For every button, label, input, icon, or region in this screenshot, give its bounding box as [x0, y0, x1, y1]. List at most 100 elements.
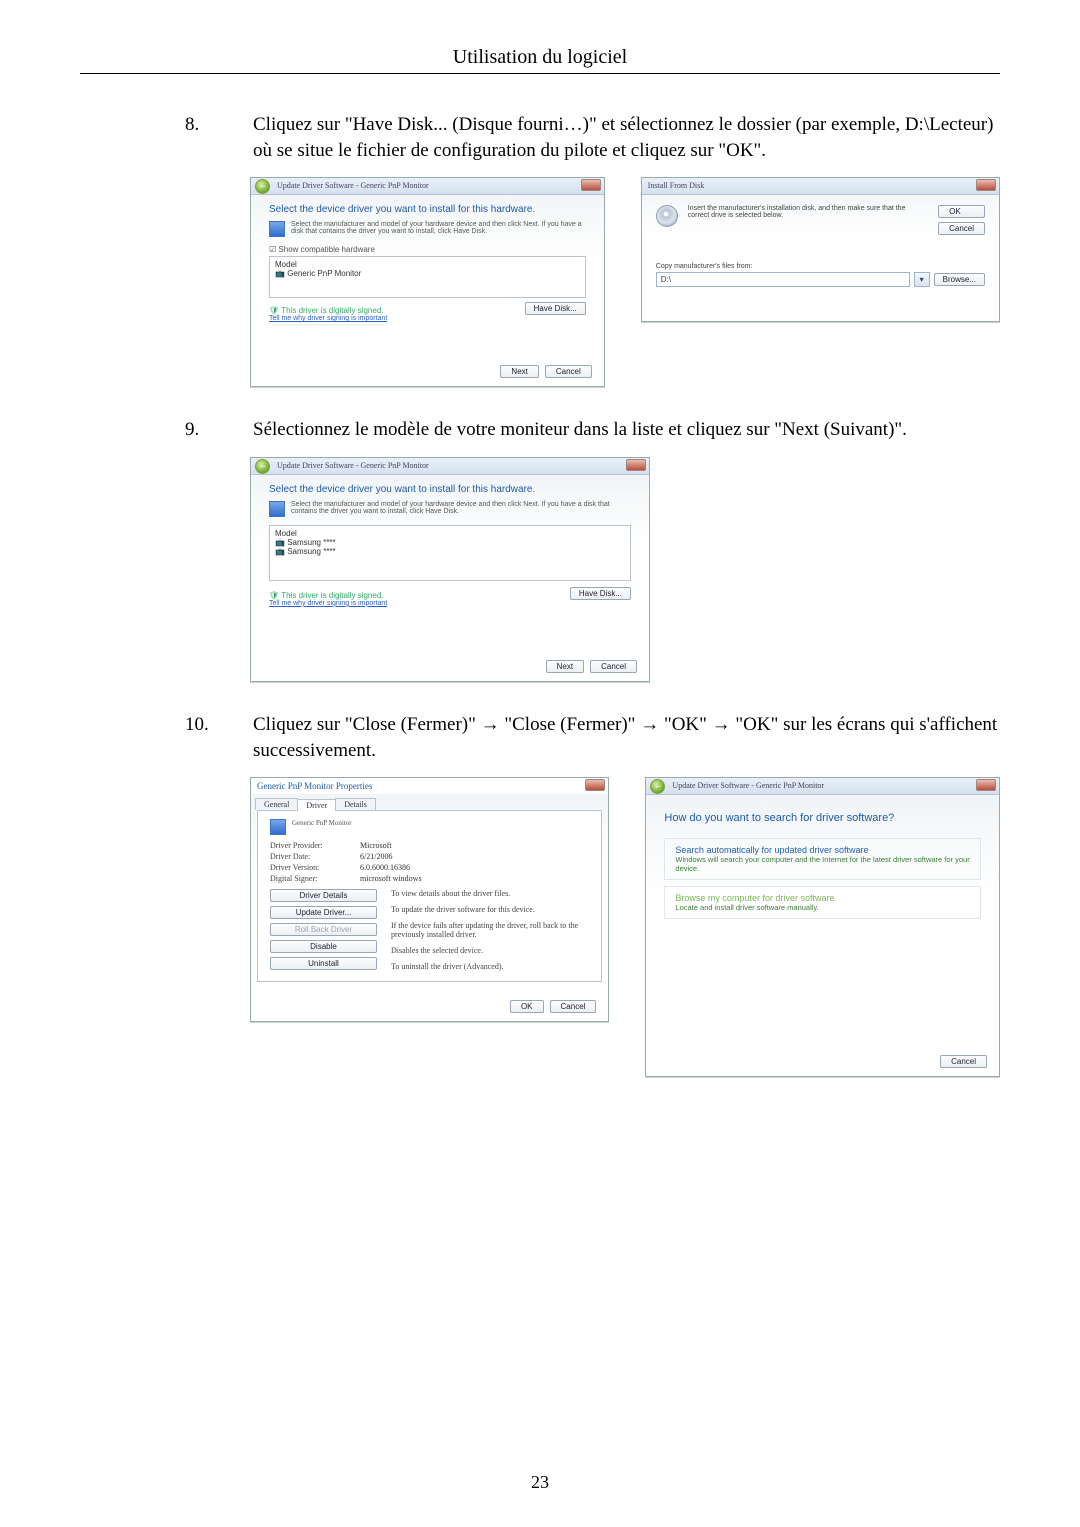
back-icon[interactable]: ← [255, 459, 270, 474]
copy-from-label: Copy manufacturer's files from: [656, 263, 985, 270]
tab-details[interactable]: Details [335, 798, 376, 810]
ok-button[interactable]: OK [938, 205, 985, 218]
window-title: Generic PnP Monitor Properties [257, 781, 372, 791]
search-auto-option[interactable]: Search automatically for updated driver … [664, 838, 981, 880]
step-number: 8. [80, 112, 229, 163]
next-button[interactable]: Next [546, 660, 584, 673]
kv-key: Driver Version: [270, 863, 350, 872]
cancel-button[interactable]: Cancel [940, 1055, 987, 1068]
rollback-driver-button[interactable]: Roll Back Driver [270, 923, 377, 936]
step-number: 9. [80, 417, 229, 443]
option-desc: Locate and install driver software manua… [675, 903, 970, 912]
path-dropdown[interactable]: ▾ [914, 272, 930, 287]
monitor-icon [269, 501, 285, 517]
browse-button[interactable]: Browse... [934, 273, 985, 286]
update-driver-model-dialog: ← Update Driver Software - Generic PnP M… [250, 457, 650, 682]
window-title: Update Driver Software - Generic PnP Mon… [672, 781, 824, 790]
step-8-screenshots: ← Update Driver Software - Generic PnP M… [250, 177, 1000, 387]
monitor-properties-dialog: Generic PnP Monitor Properties General D… [250, 777, 609, 1022]
cancel-button[interactable]: Cancel [550, 1000, 597, 1013]
cancel-button[interactable]: Cancel [938, 222, 985, 235]
window-controls[interactable] [976, 179, 996, 191]
kv-val: Microsoft [360, 841, 392, 850]
steps-list: 8. Cliquez sur "Have Disk... (Disque fou… [80, 112, 1000, 1077]
step-text: Sélectionnez le modèle de votre moniteur… [229, 417, 1000, 443]
page-header-title: Utilisation du logiciel [80, 46, 1000, 73]
kv-key: Driver Date: [270, 852, 350, 861]
back-icon[interactable]: ← [255, 179, 270, 194]
step-9: 9. Sélectionnez le modèle de votre monit… [80, 417, 1000, 443]
monitor-icon [269, 221, 285, 237]
window-controls[interactable] [581, 179, 601, 191]
next-button[interactable]: Next [500, 365, 538, 378]
model-header: Model [275, 529, 625, 538]
btn-desc: To view details about the driver files. [391, 889, 589, 898]
hint-row: Select the manufacturer and model of you… [269, 501, 631, 517]
device-name: Generic PnP Monitor [292, 819, 352, 835]
kv-val: 6.0.6000.16386 [360, 863, 410, 872]
btn-desc: To uninstall the driver (Advanced). [391, 962, 589, 971]
ok-button[interactable]: OK [510, 1000, 544, 1013]
path-input[interactable]: D:\ [656, 272, 910, 287]
dialog-heading: Select the device driver you want to ins… [269, 484, 631, 495]
document-page: Utilisation du logiciel 8. Cliquez sur "… [0, 0, 1080, 1527]
model-listbox[interactable]: Model 📺 Generic PnP Monitor [269, 256, 586, 298]
option-title: Search automatically for updated driver … [675, 845, 970, 855]
cancel-button[interactable]: Cancel [545, 365, 592, 378]
titlebar: ← Update Driver Software - Generic PnP M… [251, 458, 649, 475]
install-from-disk-dialog: Install From Disk Insert the manufacture… [641, 177, 1000, 322]
monitor-icon [270, 819, 286, 835]
window-controls[interactable] [976, 779, 996, 791]
list-item[interactable]: 📺 Samsung **** [275, 538, 625, 547]
tab-driver[interactable]: Driver [297, 799, 336, 811]
window-controls[interactable] [626, 459, 646, 471]
window-title: Update Driver Software - Generic PnP Mon… [277, 181, 429, 190]
signed-info: 🛡 This driver is digitally signed. Tell … [269, 591, 387, 607]
step-9-screenshots: ← Update Driver Software - Generic PnP M… [250, 457, 1000, 682]
hint-text: Select the manufacturer and model of you… [291, 221, 586, 237]
list-item[interactable]: 📺 Samsung **** [275, 547, 625, 556]
option-desc: Windows will search your computer and th… [675, 855, 970, 873]
step-10: 10. Cliquez sur "Close (Fermer)" → "Clos… [80, 712, 1000, 763]
model-item[interactable]: 📺 Generic PnP Monitor [275, 269, 580, 278]
tab-pane: Generic PnP Monitor Driver Provider:Micr… [257, 810, 602, 982]
step-number: 10. [80, 712, 229, 763]
hint-text: Insert the manufacturer's installation d… [688, 205, 928, 235]
cancel-button[interactable]: Cancel [590, 660, 637, 673]
model-header: Model [275, 260, 580, 269]
page-number: 23 [0, 1472, 1080, 1493]
disable-button[interactable]: Disable [270, 940, 377, 953]
hint-row: Select the manufacturer and model of you… [269, 221, 586, 237]
show-compatible-checkbox[interactable]: ☑ Show compatible hardware [269, 245, 586, 254]
btn-desc: Disables the selected device. [391, 946, 589, 955]
back-icon[interactable]: ← [650, 779, 665, 794]
model-listbox[interactable]: Model 📺 Samsung **** 📺 Samsung **** [269, 525, 631, 581]
have-disk-button[interactable]: Have Disk... [525, 302, 586, 315]
kv-key: Digital Signer: [270, 874, 350, 883]
dialog-heading: Select the device driver you want to ins… [269, 204, 586, 215]
titlebar: ← Update Driver Software - Generic PnP M… [646, 778, 999, 795]
dialog-heading: How do you want to search for driver sof… [664, 812, 981, 824]
update-driver-button[interactable]: Update Driver... [270, 906, 377, 919]
uninstall-button[interactable]: Uninstall [270, 957, 377, 970]
kv-val: 6/21/2006 [360, 852, 392, 861]
step-text: Cliquez sur "Close (Fermer)" → "Close (F… [229, 712, 1000, 763]
tabs: General Driver Details [255, 798, 608, 810]
driver-details-button[interactable]: Driver Details [270, 889, 377, 902]
browse-computer-option[interactable]: Browse my computer for driver software L… [664, 886, 981, 919]
titlebar: Install From Disk [642, 178, 999, 195]
step-text: Cliquez sur "Have Disk... (Disque fourni… [229, 112, 1000, 163]
disk-icon [656, 205, 678, 227]
signing-link[interactable]: Tell me why driver signing is important [269, 315, 387, 322]
header-rule [80, 73, 1000, 74]
window-controls[interactable] [585, 779, 605, 791]
window-title: Update Driver Software - Generic PnP Mon… [277, 461, 429, 470]
have-disk-button[interactable]: Have Disk... [570, 587, 631, 600]
btn-desc: To update the driver software for this d… [391, 905, 589, 914]
titlebar: ← Update Driver Software - Generic PnP M… [251, 178, 604, 195]
tab-general[interactable]: General [255, 798, 298, 810]
update-driver-search-dialog: ← Update Driver Software - Generic PnP M… [645, 777, 1000, 1077]
signed-info: 🛡 This driver is digitally signed. Tell … [269, 306, 387, 322]
update-driver-select-dialog: ← Update Driver Software - Generic PnP M… [250, 177, 605, 387]
signing-link[interactable]: Tell me why driver signing is important [269, 600, 387, 607]
